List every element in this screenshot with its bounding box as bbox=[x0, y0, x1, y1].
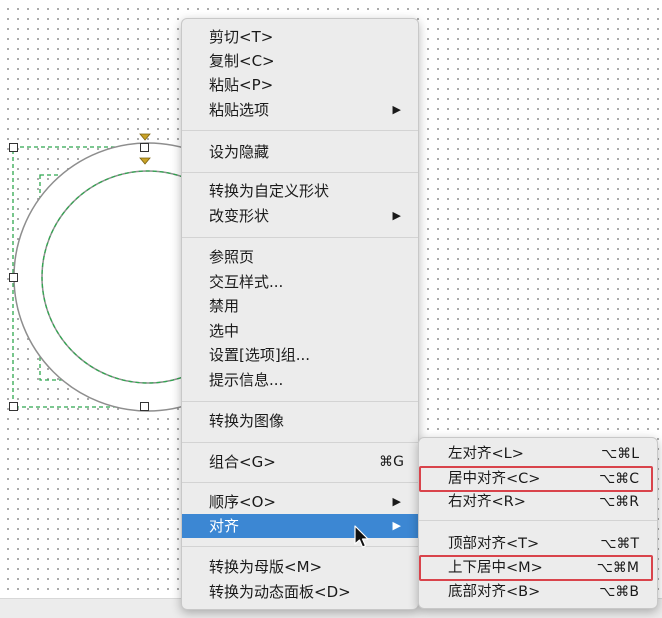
handle-marker-top-icon[interactable] bbox=[139, 133, 151, 141]
submenu-item-align-bottom[interactable]: 底部对齐<B> ⌥⌘B bbox=[419, 580, 657, 604]
menu-item-convert-custom-shape[interactable]: 转换为自定义形状 bbox=[182, 179, 418, 203]
shortcut-label: ⌘G bbox=[379, 454, 404, 470]
menu-item-align[interactable]: 对齐 ▶ bbox=[182, 514, 418, 538]
menu-separator bbox=[182, 401, 418, 402]
menu-item-tooltip[interactable]: 提示信息... bbox=[182, 368, 418, 392]
menu-item-option-group[interactable]: 设置[选项]组... bbox=[182, 343, 418, 367]
menu-separator bbox=[182, 442, 418, 443]
menu-item-select[interactable]: 选中 bbox=[182, 319, 418, 343]
menu-item-paste[interactable]: 粘贴<P> bbox=[182, 73, 418, 97]
submenu-item-align-right[interactable]: 右对齐<R> ⌥⌘R bbox=[419, 490, 657, 514]
submenu-arrow-icon: ▶ bbox=[392, 103, 401, 116]
menu-item-convert-image[interactable]: 转换为图像 bbox=[182, 409, 418, 433]
menu-item-convert-dynamic-panel[interactable]: 转换为动态面板<D> bbox=[182, 580, 418, 604]
submenu-arrow-icon: ▶ bbox=[392, 209, 401, 222]
menu-item-paste-options[interactable]: 粘贴选项 ▶ bbox=[182, 98, 418, 122]
resize-handle-bottom[interactable] bbox=[140, 402, 149, 411]
context-menu: 剪切<T> 复制<C> 粘贴<P> 粘贴选项 ▶ 设为隐藏 转换为自定义形状 改变… bbox=[181, 18, 419, 610]
menu-item-order[interactable]: 顺序<O> ▶ bbox=[182, 490, 418, 514]
menu-item-copy[interactable]: 复制<C> bbox=[182, 49, 418, 73]
menu-item-disable[interactable]: 禁用 bbox=[182, 294, 418, 318]
menu-separator bbox=[182, 482, 418, 483]
menu-item-reference-page[interactable]: 参照页 bbox=[182, 245, 418, 269]
annotation-box-center bbox=[419, 466, 653, 492]
submenu-arrow-icon: ▶ bbox=[392, 519, 401, 532]
menu-item-cut[interactable]: 剪切<T> bbox=[182, 25, 418, 49]
resize-handle-left[interactable] bbox=[9, 273, 18, 282]
shortcut-label: ⌥⌘B bbox=[599, 584, 639, 600]
shortcut-label: ⌥⌘L bbox=[601, 446, 639, 462]
submenu-item-align-left[interactable]: 左对齐<L> ⌥⌘L bbox=[419, 442, 657, 466]
menu-item-interaction-styles[interactable]: 交互样式... bbox=[182, 270, 418, 294]
resize-handle-top-left[interactable] bbox=[9, 143, 18, 152]
resize-handle-top[interactable] bbox=[140, 143, 149, 152]
menu-item-change-shape[interactable]: 改变形状 ▶ bbox=[182, 204, 418, 228]
resize-handle-bottom-left[interactable] bbox=[9, 402, 18, 411]
mouse-cursor-icon bbox=[354, 525, 369, 548]
menu-item-convert-master[interactable]: 转换为母版<M> bbox=[182, 555, 418, 579]
annotation-box-middle bbox=[419, 555, 653, 581]
menu-separator bbox=[182, 130, 418, 131]
shortcut-label: ⌥⌘T bbox=[600, 536, 639, 552]
menu-separator bbox=[182, 546, 418, 547]
menu-item-set-hidden[interactable]: 设为隐藏 bbox=[182, 140, 418, 164]
submenu-arrow-icon: ▶ bbox=[392, 495, 401, 508]
menu-separator bbox=[419, 520, 657, 521]
submenu-item-align-top[interactable]: 顶部对齐<T> ⌥⌘T bbox=[419, 532, 657, 556]
menu-separator bbox=[182, 237, 418, 238]
menu-item-group[interactable]: 组合<G> ⌘G bbox=[182, 450, 418, 474]
menu-separator bbox=[182, 172, 418, 173]
align-submenu: 左对齐<L> ⌥⌘L 居中对齐<C> ⌥⌘C 右对齐<R> ⌥⌘R 顶部对齐<T> ⌥⌘… bbox=[418, 437, 658, 609]
shortcut-label: ⌥⌘R bbox=[599, 494, 639, 510]
